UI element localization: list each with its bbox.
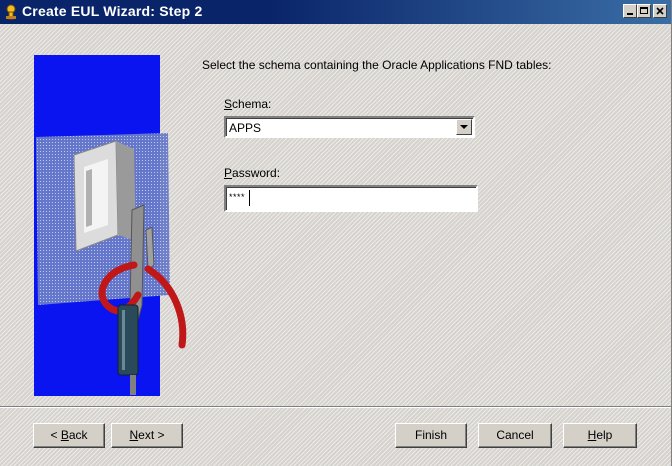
wizard-icon	[6, 4, 16, 20]
toolbox-pliers-illustration	[36, 133, 187, 395]
password-value: ****	[229, 192, 246, 202]
schema-select[interactable]: APPS	[224, 116, 475, 138]
finish-button[interactable]: Finish	[395, 423, 467, 448]
text-caret	[249, 190, 250, 206]
help-button[interactable]: Help	[563, 423, 637, 448]
wizard-window: Create EUL Wizard: Step 2 Select the sch…	[0, 0, 672, 466]
footer-divider	[0, 406, 671, 408]
cancel-button[interactable]: Cancel	[478, 423, 552, 448]
schema-value: APPS	[229, 121, 262, 135]
password-field[interactable]: ****	[224, 185, 478, 212]
maximize-button[interactable]	[637, 4, 651, 18]
back-button[interactable]: < Back	[33, 423, 105, 448]
close-icon	[656, 7, 664, 15]
title-bar[interactable]: Create EUL Wizard: Step 2	[0, 0, 671, 24]
close-button[interactable]	[653, 4, 667, 18]
password-label: Password:	[224, 166, 281, 180]
window-title: Create EUL Wizard: Step 2	[22, 3, 203, 19]
minimize-button[interactable]	[623, 4, 637, 18]
instruction-text: Select the schema containing the Oracle …	[202, 58, 552, 72]
maximize-icon	[640, 7, 648, 14]
wizard-illustration	[34, 55, 187, 396]
chevron-down-icon[interactable]	[456, 119, 472, 135]
schema-label: Schema:	[224, 97, 272, 111]
next-button[interactable]: Next >	[111, 423, 183, 448]
minimize-icon	[627, 13, 633, 15]
